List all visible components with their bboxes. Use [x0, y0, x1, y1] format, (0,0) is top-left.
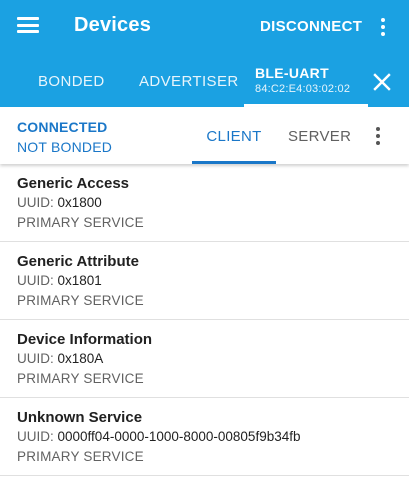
service-uuid-row: UUID: 0x180A — [17, 351, 103, 366]
service-uuid: 0x180A — [57, 351, 104, 366]
service-uuid: 0000ff04-0000-1000-8000-00805f9b34fb — [57, 429, 301, 444]
service-type: PRIMARY SERVICE — [17, 215, 144, 230]
service-uuid-row: UUID: 0000ff04-0000-1000-8000-00805f9b34… — [17, 429, 300, 444]
device-tab-address: 84:C2:E4:03:02:02 — [255, 83, 351, 95]
device-tab-name: BLE-UART — [255, 65, 329, 81]
connection-status: CONNECTED — [17, 119, 108, 135]
bond-status: NOT BONDED — [17, 139, 113, 155]
tab-advertiser[interactable]: ADVERTISER — [139, 73, 239, 90]
app-title: Devices — [74, 14, 152, 36]
service-item[interactable]: Generic Attribute UUID: 0x1801 PRIMARY S… — [0, 242, 409, 320]
service-name: Unknown Service — [17, 409, 143, 426]
service-uuid-row: UUID: 0x1801 — [17, 273, 102, 288]
tab-indicator — [192, 161, 276, 164]
service-uuid-row: UUID: 0x1800 — [17, 195, 102, 210]
service-uuid-label: UUID: — [17, 273, 54, 288]
tab-device-ble-uart[interactable]: BLE-UART 84:C2:E4:03:02:02 — [244, 60, 368, 107]
service-type: PRIMARY SERVICE — [17, 449, 144, 464]
service-uuid-label: UUID: — [17, 429, 54, 444]
hamburger-menu-icon[interactable] — [17, 15, 39, 35]
more-vert-icon[interactable] — [380, 17, 386, 37]
service-uuid-label: UUID: — [17, 351, 54, 366]
close-icon[interactable] — [371, 71, 393, 93]
tab-client-label: CLIENT — [206, 128, 262, 145]
service-item[interactable]: Unknown Service UUID: 0000ff04-0000-1000… — [0, 398, 409, 476]
service-name: Generic Access — [17, 175, 130, 192]
tab-server[interactable]: SERVER — [288, 128, 351, 145]
service-type: PRIMARY SERVICE — [17, 293, 144, 308]
service-item[interactable]: Device Information UUID: 0x180A PRIMARY … — [0, 320, 409, 398]
service-item[interactable]: Generic Access UUID: 0x1800 PRIMARY SERV… — [0, 164, 409, 242]
service-uuid: 0x1801 — [57, 273, 102, 288]
service-uuid-label: UUID: — [17, 195, 54, 210]
service-name: Generic Attribute — [17, 253, 139, 270]
connection-bar: CONNECTED NOT BONDED CLIENT SERVER — [0, 107, 409, 164]
service-name: Device Information — [17, 331, 153, 348]
app-bar: Devices DISCONNECT BONDED ADVERTISER BLE… — [0, 0, 409, 107]
service-uuid: 0x1800 — [57, 195, 102, 210]
disconnect-button[interactable]: DISCONNECT — [260, 18, 362, 35]
more-vert-icon[interactable] — [375, 126, 381, 146]
tab-bonded[interactable]: BONDED — [38, 73, 105, 90]
service-list: Generic Access UUID: 0x1800 PRIMARY SERV… — [0, 164, 409, 476]
tab-client[interactable]: CLIENT — [192, 107, 276, 164]
service-type: PRIMARY SERVICE — [17, 371, 144, 386]
